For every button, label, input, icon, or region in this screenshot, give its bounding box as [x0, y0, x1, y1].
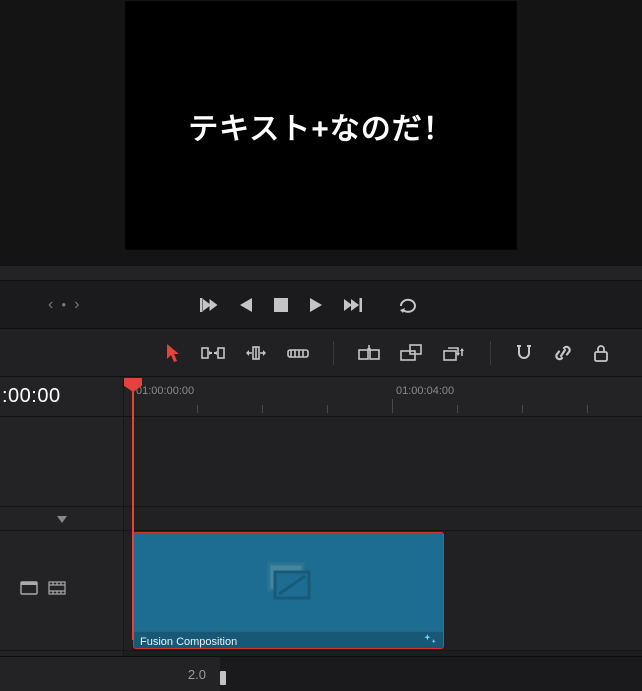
insert-button[interactable] [358, 344, 380, 362]
ruler-label-2: 01:00:04:00 [396, 385, 454, 397]
timeline-ruler[interactable]: :00:00 01:00:00:00 01:00:04:00 [0, 377, 642, 417]
timeline-tracks: Fusion Composition [0, 417, 642, 656]
replace-button[interactable] [442, 343, 466, 363]
go-end-button[interactable] [344, 297, 362, 313]
current-timecode[interactable]: :00:00 [0, 377, 124, 416]
lock-button[interactable] [593, 344, 609, 362]
toolbar-separator-2 [490, 341, 491, 365]
stop-button[interactable] [274, 298, 288, 312]
zoom-value[interactable]: 2.0 [0, 657, 220, 691]
chevron-down-icon [57, 514, 67, 524]
blade-tool[interactable] [287, 345, 309, 361]
step-back-button[interactable] [240, 297, 252, 313]
loop-button[interactable] [398, 296, 418, 314]
viewer-canvas[interactable]: テキスト+なのだ！ [126, 2, 516, 249]
prev-marker-button[interactable]: ‹ [48, 296, 53, 314]
track-lane-v2[interactable] [124, 417, 642, 507]
scroll-marker[interactable] [220, 671, 226, 685]
play-button[interactable] [310, 297, 322, 313]
track-headers [0, 417, 124, 656]
go-start-button[interactable] [200, 297, 218, 313]
fusion-clip-icon [261, 561, 317, 603]
clip-thumbnail [134, 533, 443, 631]
track-lane-spacer[interactable] [124, 507, 642, 531]
transport-bar: ‹ ● › [0, 281, 642, 329]
track-lane-v1[interactable]: Fusion Composition [124, 531, 642, 651]
link-button[interactable] [553, 344, 573, 362]
clip-title: Fusion Composition [140, 636, 237, 648]
ruler-scale[interactable]: 01:00:00:00 01:00:04:00 [124, 377, 642, 416]
snap-button[interactable] [515, 344, 533, 362]
sparkle-icon [423, 634, 437, 649]
next-marker-button[interactable]: › [74, 296, 79, 314]
track-header-divider[interactable] [0, 507, 123, 531]
track-lanes[interactable]: Fusion Composition [124, 417, 642, 656]
divider [0, 265, 642, 281]
marker-dot-icon[interactable]: ● [61, 300, 66, 309]
track-header-v2[interactable] [0, 417, 123, 507]
bottom-bar: 2.0 [0, 656, 642, 691]
track-header-v1[interactable] [0, 531, 123, 651]
viewer: テキスト+なのだ！ [0, 0, 642, 265]
viewer-text: テキスト+なのだ！ [188, 104, 454, 148]
edit-toolbar [0, 329, 642, 377]
thumbnail-icon [20, 581, 38, 600]
bottom-track[interactable] [220, 657, 642, 691]
filmstrip-icon [48, 581, 66, 600]
ruler-label-1: 01:00:00:00 [136, 385, 194, 397]
fusion-clip[interactable]: Fusion Composition [133, 532, 444, 649]
selection-tool[interactable] [165, 343, 181, 363]
toolbar-separator [333, 341, 334, 365]
overwrite-button[interactable] [400, 344, 422, 362]
dynamic-trim-tool[interactable] [245, 344, 267, 362]
trim-tool[interactable] [201, 344, 225, 362]
